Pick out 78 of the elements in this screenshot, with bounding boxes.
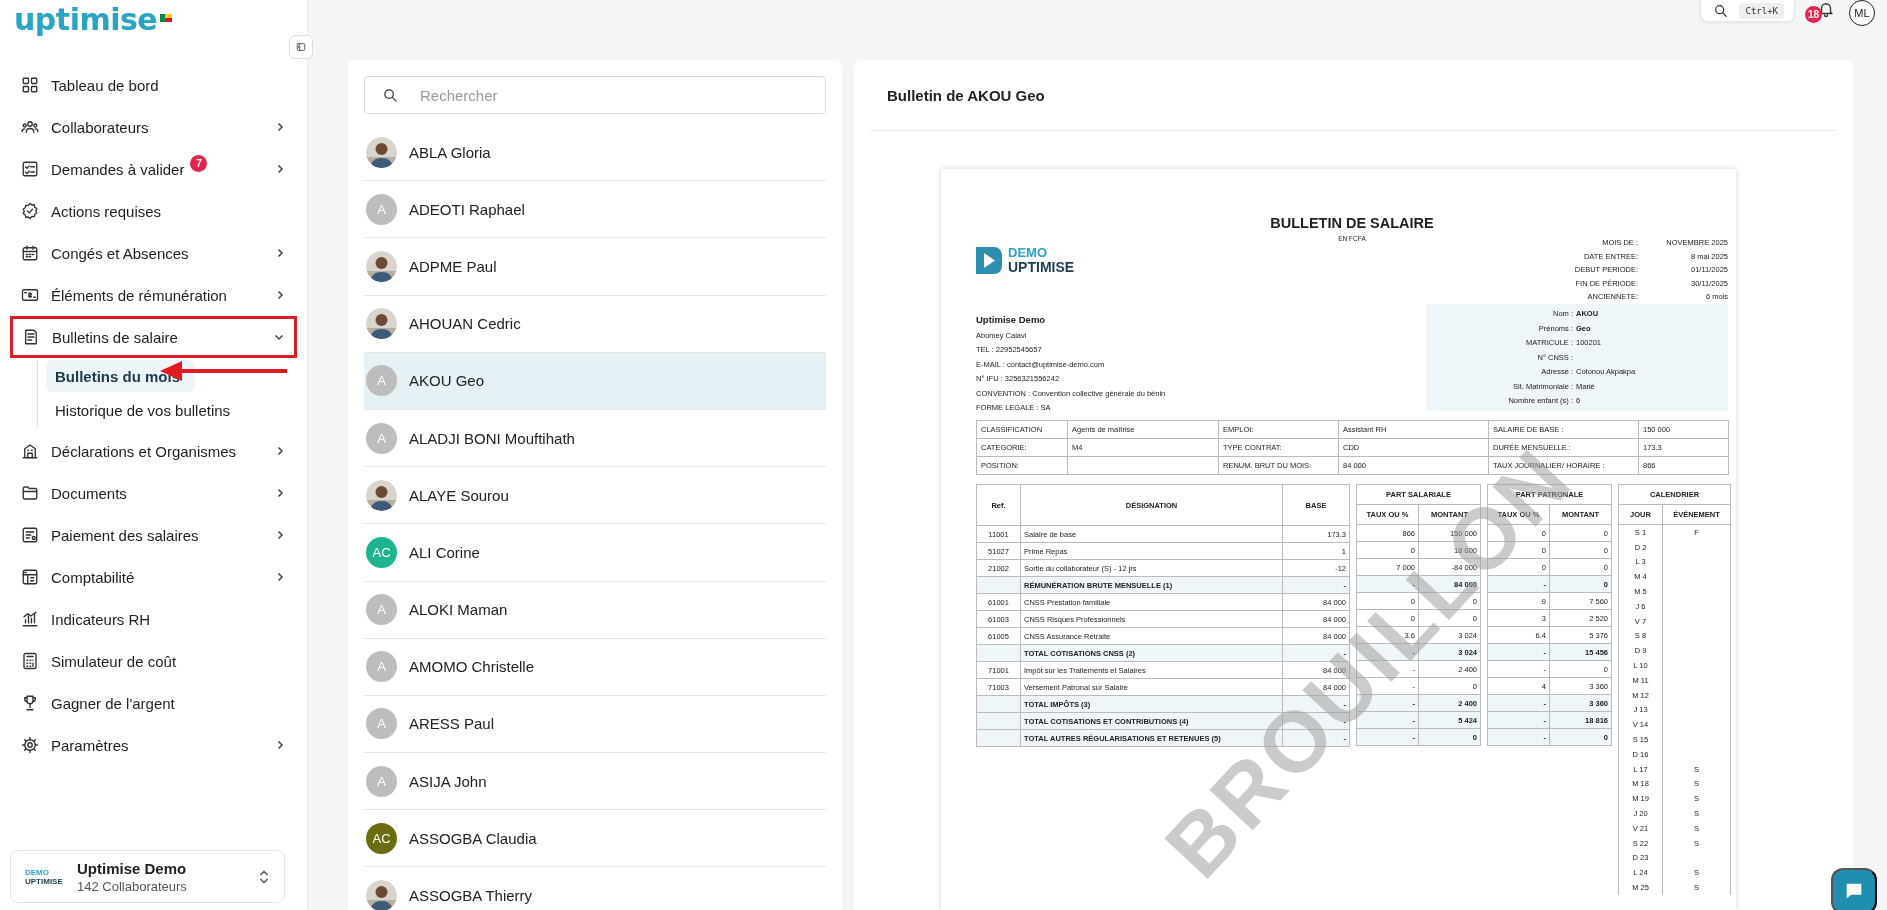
company-switcher[interactable]: DEMO UPTIMISE Uptimise Demo 142 Collaborateurs	[10, 850, 285, 903]
shortcut-key: Ctrl+K	[1739, 3, 1784, 19]
panel-icon	[296, 40, 306, 54]
nav-item[interactable]: Gagner de l'argent	[10, 682, 297, 724]
employee-item[interactable]: A ALADJI BONI Mouftihath	[364, 409, 826, 468]
company-logo: DEMO UPTIMISE	[25, 866, 64, 888]
nav-item[interactable]: Collaborateurs	[10, 106, 297, 148]
employee-item[interactable]: A ARESS Paul	[364, 695, 826, 754]
calculator-icon	[21, 652, 39, 670]
employee-item[interactable]: AC ASSOGBA Claudia	[364, 810, 826, 868]
play-logo-icon	[976, 246, 1002, 274]
trophy-icon	[21, 694, 39, 712]
search-field[interactable]: Rechercher	[364, 76, 826, 114]
nav-item[interactable]: Simulateur de coût	[10, 640, 297, 682]
nav-item[interactable]: Congés et Absences	[10, 232, 297, 274]
bar-chart-icon	[21, 610, 39, 628]
user-avatar[interactable]: ML	[1849, 0, 1875, 26]
people-icon	[21, 118, 39, 136]
nav-item[interactable]: Éléments de rémunération	[10, 274, 297, 316]
employee-item[interactable]: A ALOKI Maman	[364, 581, 826, 639]
avatar: AC	[366, 822, 397, 854]
employee-item[interactable]: ALAYE Sourou	[364, 467, 826, 525]
flag-icon	[160, 14, 173, 22]
ledger-icon	[21, 568, 39, 586]
avatar: A	[366, 708, 397, 740]
nav-item[interactable]: Déclarations et Organismes	[10, 430, 297, 472]
grid-icon	[21, 76, 39, 94]
employee-item[interactable]: AC ALI Corine	[364, 524, 826, 582]
employee-item[interactable]: A ASIJA John	[364, 753, 826, 811]
nav-item[interactable]: Actions requises	[10, 190, 297, 232]
employee-item[interactable]: ASSOGBA Thierry	[364, 867, 826, 910]
company-subtitle: 142 Collaborateurs	[77, 878, 188, 894]
avatar: A	[366, 594, 397, 626]
sidebar-toggle[interactable]	[289, 35, 313, 59]
avatar: AC	[366, 536, 397, 568]
employer-name: Uptimise Demo	[976, 314, 1047, 325]
nav-item[interactable]: Documents	[10, 472, 297, 514]
avatar: A	[366, 651, 397, 683]
building-icon	[21, 442, 39, 460]
document-title: Bulletin de AKOU Geo	[887, 86, 1045, 104]
search-icon	[1713, 3, 1730, 19]
search-button[interactable]: Ctrl+K	[1700, 0, 1795, 22]
document-icon	[22, 328, 40, 346]
chat-button[interactable]	[1831, 868, 1877, 910]
employee-item[interactable]: AHOUAN Cedric	[364, 295, 826, 353]
avatar: A	[366, 365, 397, 397]
avatar: A	[366, 765, 397, 797]
employee-item[interactable]: ABLA Gloria	[364, 124, 826, 182]
payslip-title: BULLETIN DE SALAIRE	[1269, 215, 1435, 231]
nav-item[interactable]: Paiement des salaires	[10, 514, 297, 556]
avatar: A	[366, 193, 397, 225]
notification-badge: 18	[1805, 6, 1822, 23]
badge-check-icon	[21, 202, 39, 220]
count-badge: 7	[190, 154, 208, 172]
app-logo: uptimise	[14, 4, 158, 36]
logo-text: DEMO	[1008, 246, 1048, 260]
settings-icon	[21, 736, 39, 754]
company-name: Uptimise Demo	[77, 859, 188, 877]
folder-icon	[21, 484, 39, 502]
nav-item[interactable]: Indicateurs RH	[10, 598, 297, 640]
invoice-icon	[21, 526, 39, 544]
checklist-icon	[21, 160, 39, 178]
search-icon	[382, 87, 399, 104]
employee-item[interactable]: A ADEOTI Raphael	[364, 181, 826, 239]
nav-item[interactable]: Demandes à valider 7	[10, 148, 297, 190]
avatar: A	[366, 422, 397, 454]
employee-item[interactable]: A AKOU Geo	[364, 352, 826, 410]
nav-subitem[interactable]: Historique de vos bulletins	[46, 394, 297, 426]
nav-item[interactable]: Comptabilité	[10, 556, 297, 598]
expand-icon	[258, 868, 270, 885]
employee-item[interactable]: A AMOMO Christelle	[364, 638, 826, 696]
banknote-icon	[21, 286, 39, 304]
logo-text: UPTIMISE	[1008, 260, 1075, 274]
nav-item[interactable]: Tableau de bord	[10, 64, 297, 106]
nav-item[interactable]: Paramètres	[10, 724, 297, 766]
nav-item[interactable]: Bulletins de salaire	[10, 316, 297, 358]
employee-item[interactable]: ADPME Paul	[364, 238, 826, 296]
calendar-icon	[21, 244, 39, 262]
